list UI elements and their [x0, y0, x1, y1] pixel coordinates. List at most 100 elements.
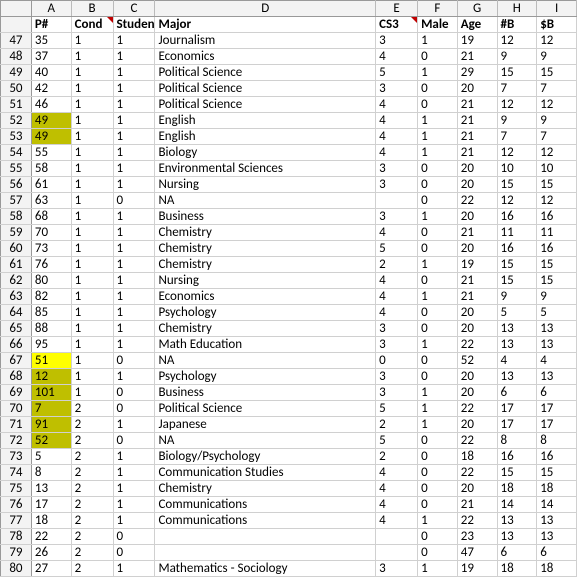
row-header[interactable]: 75 — [1, 481, 32, 497]
cell[interactable]: 4 — [376, 49, 418, 65]
row-header[interactable]: 58 — [1, 209, 32, 225]
cell[interactable]: 0 — [418, 273, 458, 289]
cell[interactable]: Business — [155, 209, 376, 225]
cell[interactable]: 15 — [497, 65, 537, 81]
cell[interactable]: 10 — [537, 161, 577, 177]
cell[interactable]: 12 — [497, 97, 537, 113]
cell[interactable]: 5 — [537, 305, 577, 321]
header-cell-E[interactable]: CS3 — [376, 17, 418, 33]
cell[interactable]: 8 — [31, 465, 71, 481]
cell[interactable]: 1 — [71, 225, 113, 241]
cell[interactable]: 1 — [71, 305, 113, 321]
cell[interactable]: 20 — [457, 481, 497, 497]
cell[interactable]: 1 — [113, 513, 155, 529]
cell[interactable]: 91 — [31, 417, 71, 433]
cell[interactable]: 21 — [457, 113, 497, 129]
row-header[interactable]: 51 — [1, 97, 32, 113]
cell[interactable]: 17 — [497, 401, 537, 417]
cell[interactable]: Chemistry — [155, 481, 376, 497]
cell[interactable]: 0 — [418, 433, 458, 449]
row-header[interactable]: 50 — [1, 81, 32, 97]
table-row[interactable]: 514611Political Science40211212 — [1, 97, 577, 113]
table-row[interactable]: 494011Political Science51291515 — [1, 65, 577, 81]
row-header[interactable]: 73 — [1, 449, 32, 465]
cell[interactable]: Communications — [155, 513, 376, 529]
cell[interactable]: 2 — [71, 545, 113, 561]
cell[interactable]: 0 — [113, 529, 155, 545]
cell[interactable]: 22 — [457, 433, 497, 449]
cell[interactable]: 2 — [71, 481, 113, 497]
cell[interactable]: 2 — [71, 465, 113, 481]
cell[interactable]: 12 — [537, 33, 577, 49]
cell[interactable]: 1 — [113, 225, 155, 241]
cell[interactable]: 1 — [418, 401, 458, 417]
cell[interactable]: 15 — [497, 273, 537, 289]
cell[interactable]: 13 — [497, 513, 537, 529]
row-header[interactable]: 72 — [1, 433, 32, 449]
cell[interactable]: 0 — [418, 369, 458, 385]
cell[interactable]: 4 — [376, 481, 418, 497]
row-header[interactable] — [1, 17, 32, 33]
row-header[interactable]: 55 — [1, 161, 32, 177]
table-row[interactable]: 586811Business31201616 — [1, 209, 577, 225]
cell[interactable]: 20 — [457, 241, 497, 257]
cell[interactable]: 3 — [376, 385, 418, 401]
cell[interactable]: 0 — [418, 49, 458, 65]
col-header-I[interactable]: I — [537, 1, 577, 17]
col-header-F[interactable]: F — [418, 1, 458, 17]
cell[interactable]: 1 — [418, 65, 458, 81]
table-row[interactable]: 555811Environmental Sciences30201010 — [1, 161, 577, 177]
cell[interactable]: Political Science — [155, 97, 376, 113]
cell[interactable]: 0 — [418, 225, 458, 241]
cell[interactable]: 16 — [537, 241, 577, 257]
cell[interactable]: 0 — [418, 545, 458, 561]
cell[interactable]: 0 — [113, 385, 155, 401]
cell[interactable]: 7 — [497, 81, 537, 97]
cell[interactable]: 12 — [537, 145, 577, 161]
cell[interactable]: 19 — [457, 33, 497, 49]
cell[interactable]: 52 — [457, 353, 497, 369]
cell[interactable]: 1 — [113, 33, 155, 49]
cell[interactable] — [155, 529, 376, 545]
table-row[interactable]: 669511Math Education31221313 — [1, 337, 577, 353]
table-row[interactable]: 802721Mathematics - Sociology31191818 — [1, 561, 577, 577]
cell[interactable]: 1 — [113, 145, 155, 161]
cell[interactable]: 2 — [71, 561, 113, 577]
cell[interactable]: 22 — [31, 529, 71, 545]
col-header-C[interactable]: C — [113, 1, 155, 17]
cell[interactable]: 7 — [537, 81, 577, 97]
cell[interactable]: 13 — [497, 337, 537, 353]
row-header[interactable]: 63 — [1, 289, 32, 305]
cell[interactable]: 9 — [537, 289, 577, 305]
row-header[interactable]: 77 — [1, 513, 32, 529]
cell[interactable]: 1 — [418, 113, 458, 129]
cell[interactable] — [376, 529, 418, 545]
cell[interactable]: 0 — [113, 433, 155, 449]
cell[interactable]: 20 — [457, 177, 497, 193]
cell[interactable]: 1 — [71, 289, 113, 305]
table-row[interactable]: 725220NA502288 — [1, 433, 577, 449]
cell[interactable]: 3 — [376, 337, 418, 353]
table-row[interactable]: 648511Psychology402055 — [1, 305, 577, 321]
cell[interactable]: 1 — [71, 193, 113, 209]
cell[interactable]: 1 — [418, 385, 458, 401]
cell[interactable]: 1 — [71, 97, 113, 113]
cell[interactable]: 1 — [71, 161, 113, 177]
cell[interactable]: 1 — [113, 129, 155, 145]
cell[interactable]: 4 — [376, 305, 418, 321]
cell[interactable]: 13 — [497, 369, 537, 385]
cell[interactable]: 1 — [113, 65, 155, 81]
cell[interactable]: Political Science — [155, 65, 376, 81]
col-header-E[interactable]: E — [376, 1, 418, 17]
row-header[interactable]: 56 — [1, 177, 32, 193]
cell[interactable]: 1 — [113, 337, 155, 353]
cell[interactable]: 42 — [31, 81, 71, 97]
row-header[interactable]: 59 — [1, 225, 32, 241]
cell[interactable]: 7 — [497, 129, 537, 145]
header-cell-C[interactable]: Student — [113, 17, 155, 33]
table-row[interactable]: 628011Nursing40211515 — [1, 273, 577, 289]
row-header[interactable]: 57 — [1, 193, 32, 209]
cell[interactable]: 37 — [31, 49, 71, 65]
cell[interactable]: Political Science — [155, 401, 376, 417]
cell[interactable]: 0 — [418, 177, 458, 193]
